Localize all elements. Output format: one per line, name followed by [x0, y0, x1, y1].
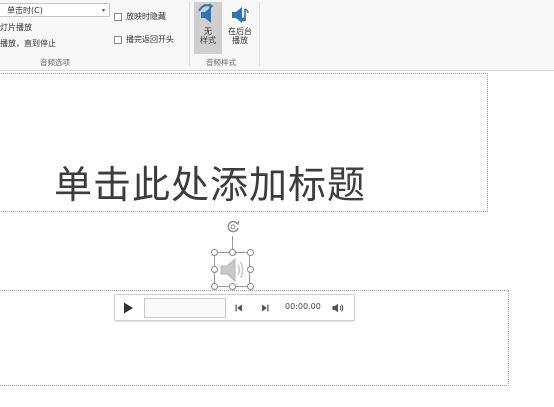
start-dropdown[interactable]: 单击时(C) ▾ [0, 3, 110, 17]
resize-handle-left[interactable] [211, 266, 218, 273]
dropdown-arrow-icon: ▾ [101, 7, 105, 14]
group-separator [189, 2, 190, 66]
volume-icon[interactable] [332, 303, 344, 313]
title-placeholder-text[interactable]: 单击此处添加标题 [54, 154, 366, 209]
checkbox-box[interactable] [114, 12, 122, 21]
play-icon[interactable] [123, 302, 134, 314]
rotate-connector [232, 236, 233, 250]
resize-handle-top[interactable] [229, 249, 236, 256]
background-play-speaker-icon [232, 7, 249, 23]
audio-styles-group-label: 音频样式 [206, 58, 236, 67]
ribbon: 单击时(C) ▾ 灯片播放 播放，直到停止 放映时隐藏 播完返回开头 音频选项 … [0, 0, 554, 71]
rotate-icon[interactable] [225, 219, 241, 235]
loop-until-stopped-option[interactable]: 播放，直到停止 [0, 38, 56, 49]
previous-icon[interactable] [235, 304, 243, 312]
no-style-speaker-icon [198, 3, 214, 23]
resize-handle-top-right[interactable] [247, 249, 254, 256]
playback-time: 00:00.00 [285, 302, 321, 311]
hide-during-show-checkbox[interactable]: 放映时隐藏 [114, 11, 166, 22]
audio-options-group-label: 音频选项 [40, 58, 70, 67]
resize-handle-top-left[interactable] [211, 249, 218, 256]
rewind-after-playing-label: 播完返回开头 [126, 35, 174, 44]
audio-player-bar: 00:00.00 [114, 294, 355, 321]
next-icon[interactable] [261, 304, 269, 312]
resize-handle-bottom[interactable] [229, 283, 236, 290]
play-in-background-button[interactable]: 在后台 播放 [224, 2, 256, 54]
start-dropdown-value: 单击时(C) [7, 6, 43, 15]
hide-during-show-label: 放映时隐藏 [126, 12, 166, 21]
no-style-button[interactable]: 无 样式 [194, 2, 222, 54]
speaker-icon[interactable] [217, 255, 247, 285]
no-style-label: 无 样式 [200, 27, 216, 45]
resize-handle-bottom-right[interactable] [247, 283, 254, 290]
progress-track[interactable] [144, 298, 226, 318]
rewind-after-playing-checkbox[interactable]: 播完返回开头 [114, 34, 174, 45]
resize-handle-right[interactable] [247, 266, 254, 273]
group-separator [259, 2, 260, 66]
resize-handle-bottom-left[interactable] [211, 283, 218, 290]
play-across-slides-option[interactable]: 灯片播放 [0, 22, 32, 33]
checkbox-box[interactable] [114, 35, 122, 44]
play-in-background-label: 在后台 播放 [228, 27, 252, 45]
